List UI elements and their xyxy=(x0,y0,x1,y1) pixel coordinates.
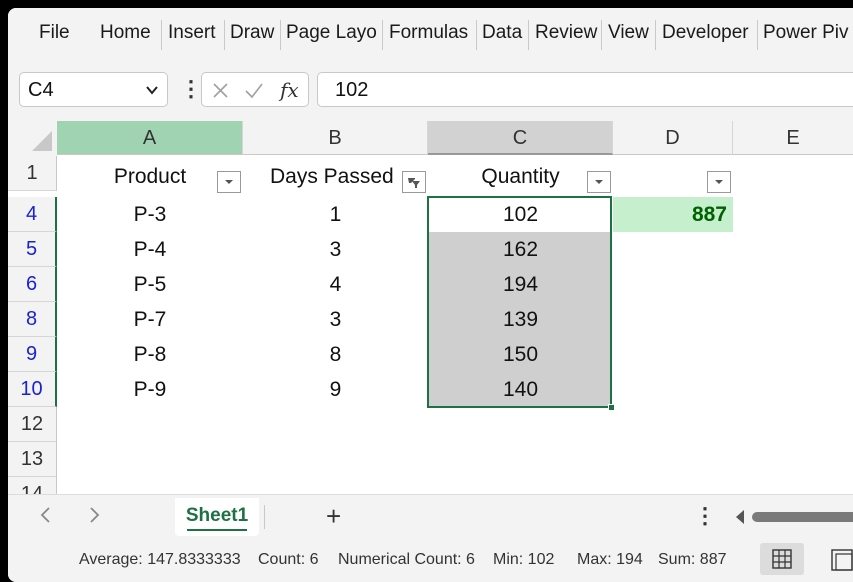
cell-days[interactable]: 4 xyxy=(243,267,428,302)
enter-check-icon[interactable] xyxy=(244,82,264,99)
column-header-d[interactable]: D xyxy=(613,121,733,155)
cell-product[interactable]: P-4 xyxy=(57,232,243,267)
row-header[interactable]: 9 xyxy=(8,337,57,372)
sheet-tabs-bar: Sheet1 + ⋮ xyxy=(8,494,853,539)
column-header-e[interactable]: E xyxy=(733,121,853,155)
row-header[interactable]: 8 xyxy=(8,302,57,337)
more-options-icon[interactable]: ⋮ xyxy=(180,76,202,102)
column-header-a[interactable]: A xyxy=(57,121,243,155)
row-header[interactable]: 6 xyxy=(8,267,57,302)
cell-days[interactable]: 3 xyxy=(243,232,428,267)
column-header-c[interactable]: C xyxy=(428,121,613,155)
tab-file[interactable]: File xyxy=(39,22,70,44)
worksheet-grid[interactable]: A B C D E 1 4 5 6 8 9 10 12 13 14 887 Pr… xyxy=(8,121,853,504)
insert-function-icon[interactable]: fx xyxy=(278,78,304,102)
cancel-icon[interactable] xyxy=(212,82,229,99)
select-all-triangle-icon xyxy=(32,131,52,151)
cell-product[interactable]: P-5 xyxy=(57,267,243,302)
status-min[interactable]: Min: 102 xyxy=(493,551,554,569)
row-header[interactable]: 4 xyxy=(8,197,57,232)
svg-text:fx: fx xyxy=(278,78,299,102)
filter-funnel-icon xyxy=(408,178,420,188)
formula-bar-area: C4 ⋮ fx 102 xyxy=(8,63,853,126)
more-options-icon[interactable]: ⋮ xyxy=(694,503,716,529)
normal-view-button[interactable] xyxy=(760,543,804,575)
tab-divider xyxy=(264,505,265,529)
active-sheet-underline xyxy=(187,529,247,531)
tab-draw[interactable]: Draw xyxy=(230,22,274,44)
formula-input[interactable]: 102 xyxy=(317,72,853,107)
tab-formulas[interactable]: Formulas xyxy=(389,22,468,44)
status-count[interactable]: Count: 6 xyxy=(258,551,318,569)
row-header[interactable]: 12 xyxy=(8,407,57,442)
sheet-tab-label: Sheet1 xyxy=(185,505,249,526)
header-cell-product[interactable]: Product xyxy=(57,162,243,192)
cell-days[interactable]: 9 xyxy=(243,372,428,407)
fill-handle[interactable] xyxy=(608,404,615,411)
add-sheet-icon[interactable]: + xyxy=(326,503,341,529)
row-header[interactable]: 13 xyxy=(8,442,57,477)
status-sum[interactable]: Sum: 887 xyxy=(658,551,726,569)
tab-separator xyxy=(224,20,225,50)
cell-product[interactable]: P-3 xyxy=(57,197,243,232)
tab-review[interactable]: Review xyxy=(535,22,597,44)
tab-separator xyxy=(161,20,162,50)
tab-separator xyxy=(528,20,529,50)
tab-separator xyxy=(476,20,477,50)
tab-separator xyxy=(280,20,281,50)
excel-window: File Home Insert Draw Page Layou Formula… xyxy=(8,8,853,582)
status-numerical-count[interactable]: Numerical Count: 6 xyxy=(338,551,475,569)
column-header-b[interactable]: B xyxy=(243,121,428,155)
status-bar: Average: 147.8333333 Count: 6 Numerical … xyxy=(8,539,853,582)
tab-insert[interactable]: Insert xyxy=(168,22,216,44)
tab-home[interactable]: Home xyxy=(100,22,151,44)
header-cell-quantity[interactable]: Quantity xyxy=(428,162,613,192)
selection-border xyxy=(427,196,612,408)
formula-value: 102 xyxy=(335,79,369,101)
filter-dropdown-button[interactable] xyxy=(707,171,731,193)
chevron-left-icon[interactable] xyxy=(36,505,56,525)
tab-separator xyxy=(655,20,656,50)
page-layout-view-icon[interactable] xyxy=(826,547,853,573)
cell-product[interactable]: P-9 xyxy=(57,372,243,407)
status-max[interactable]: Max: 194 xyxy=(577,551,643,569)
filter-applied-button[interactable] xyxy=(402,171,426,193)
chevron-down-icon[interactable] xyxy=(145,83,159,97)
filter-dropdown-button[interactable] xyxy=(217,171,241,193)
dropdown-arrow-icon xyxy=(715,180,723,184)
filter-dropdown-button[interactable] xyxy=(587,171,611,193)
tab-separator xyxy=(601,20,602,50)
row-header[interactable]: 10 xyxy=(8,372,57,407)
cell-product[interactable]: P-7 xyxy=(57,302,243,337)
tab-page-layout[interactable]: Page Layou xyxy=(286,22,378,44)
cell-product[interactable]: P-8 xyxy=(57,337,243,372)
dropdown-arrow-icon xyxy=(595,180,603,184)
sum-result-value: 887 xyxy=(691,203,727,226)
horizontal-scrollbar[interactable] xyxy=(730,508,853,526)
formula-controls: fx xyxy=(201,72,309,107)
name-box-value: C4 xyxy=(28,79,54,101)
row-header[interactable]: 1 xyxy=(8,156,57,191)
tab-developer[interactable]: Developer xyxy=(662,22,749,44)
tab-power-pivot[interactable]: Power Piv xyxy=(763,22,853,44)
tab-separator xyxy=(382,20,383,50)
select-all-corner[interactable] xyxy=(8,121,57,156)
tab-view[interactable]: View xyxy=(608,22,649,44)
cell-days[interactable]: 1 xyxy=(243,197,428,232)
header-cell-days-passed[interactable]: Days Passed xyxy=(243,162,428,192)
status-average[interactable]: Average: 147.8333333 xyxy=(79,551,241,569)
sum-result-cell[interactable]: 887 xyxy=(613,197,733,232)
cell-days[interactable]: 8 xyxy=(243,337,428,372)
tab-separator xyxy=(757,20,758,50)
ribbon-tabs: File Home Insert Draw Page Layou Formula… xyxy=(8,8,853,63)
chevron-right-icon[interactable] xyxy=(84,505,104,525)
dropdown-arrow-icon xyxy=(225,180,233,184)
cell-days[interactable]: 3 xyxy=(243,302,428,337)
row-header[interactable]: 5 xyxy=(8,232,57,267)
sheet-tab-sheet1[interactable]: Sheet1 xyxy=(175,498,259,536)
tab-data[interactable]: Data xyxy=(482,22,522,44)
name-box[interactable]: C4 xyxy=(19,72,168,107)
grid-view-icon xyxy=(772,549,792,569)
